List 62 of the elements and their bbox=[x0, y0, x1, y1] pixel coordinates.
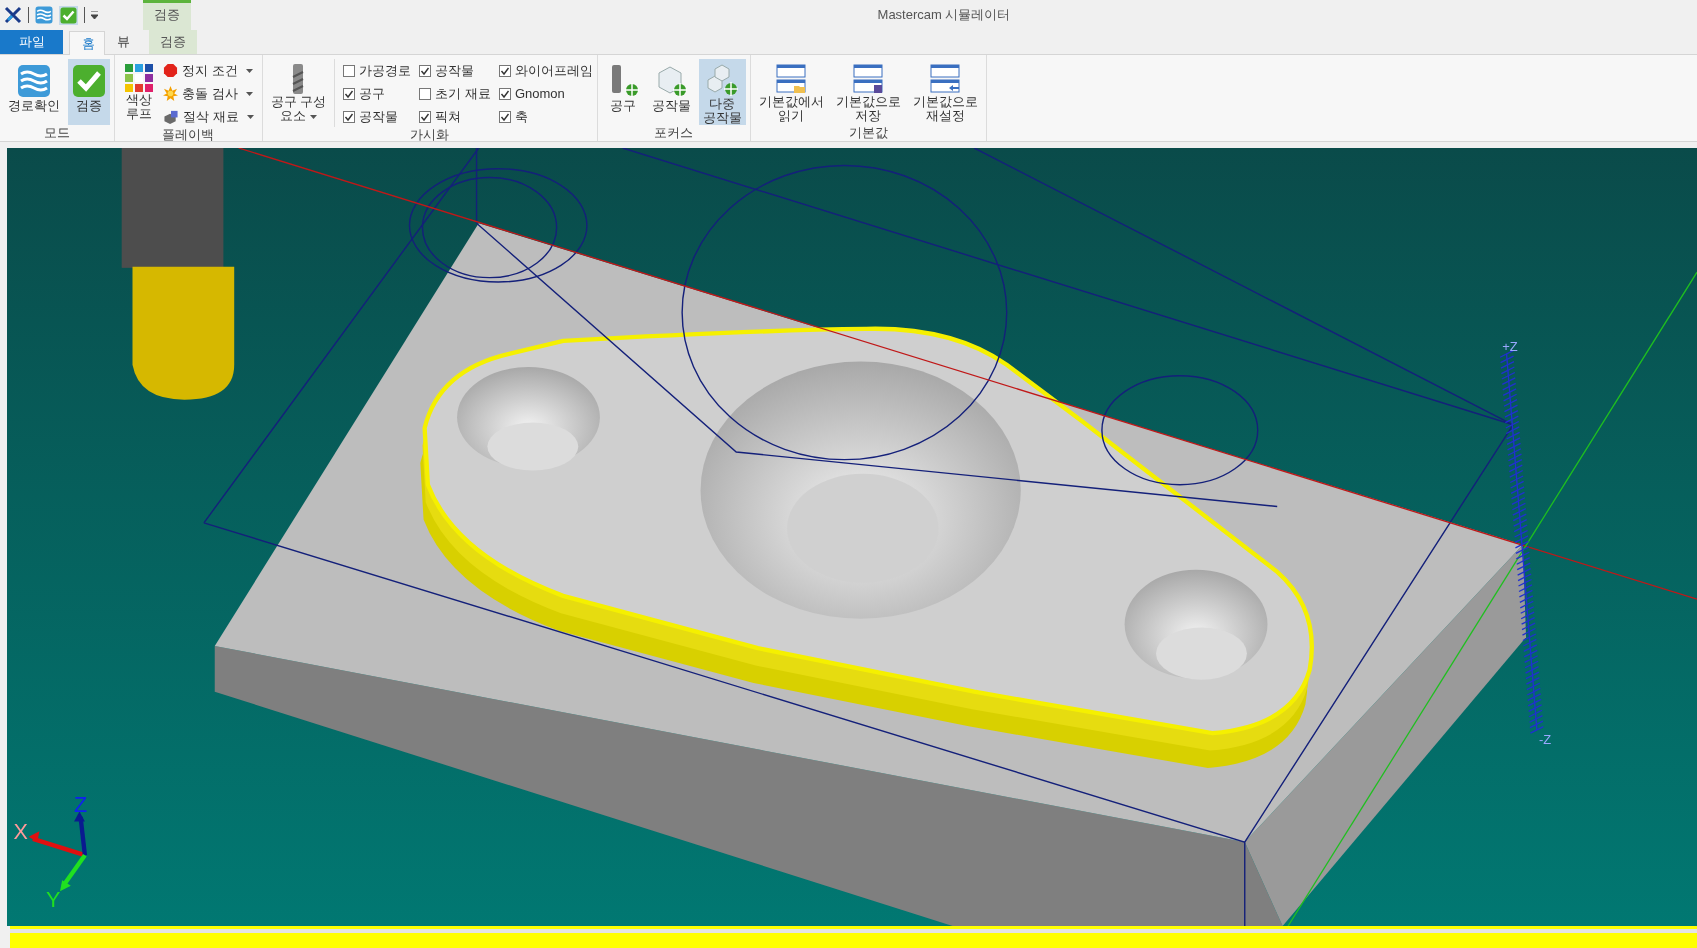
ribbon-button[interactable]: 다중 공작물 bbox=[698, 59, 746, 125]
checkbox-option[interactable]: 공구 bbox=[343, 83, 412, 104]
gnomon-label: Z bbox=[74, 791, 88, 817]
checkbox[interactable] bbox=[419, 110, 432, 123]
ribbon-tab[interactable]: 검증 bbox=[149, 30, 197, 54]
gnomon-label: X bbox=[13, 818, 28, 844]
group-label: 가시화 bbox=[409, 127, 451, 144]
checkbox-option[interactable]: Gnomon bbox=[498, 83, 593, 104]
ribbon-button[interactable]: 공작물 bbox=[647, 59, 695, 125]
color-grid-icon bbox=[124, 63, 154, 93]
checkbox[interactable] bbox=[498, 87, 511, 100]
ribbon-button[interactable]: 공구 구성 요소 bbox=[266, 59, 331, 125]
checkbox-option[interactable]: 축 bbox=[498, 106, 593, 127]
group-label: 기본값 bbox=[847, 125, 889, 142]
ribbon-button[interactable]: 기본값에서 읽기 bbox=[754, 59, 828, 125]
ribbon-menu-button[interactable]: 절삭 재료 bbox=[163, 106, 258, 127]
waves-icon bbox=[35, 6, 53, 24]
checkbox-option[interactable]: 공작물 bbox=[343, 106, 412, 127]
group-label: 모드 bbox=[43, 125, 71, 142]
ribbon-button[interactable]: 공구 bbox=[601, 59, 644, 125]
checkbox[interactable] bbox=[343, 110, 356, 123]
context-group-label: 검증 bbox=[143, 0, 191, 30]
window-arrow-icon bbox=[929, 63, 962, 95]
window-disk-icon bbox=[852, 63, 885, 95]
ribbon-menu-button[interactable]: 충돌 검사 bbox=[163, 83, 258, 104]
checkbox[interactable] bbox=[498, 110, 511, 123]
waves-icon bbox=[17, 64, 51, 98]
customize-caret-icon[interactable] bbox=[91, 11, 98, 19]
group-label: 포커스 bbox=[653, 125, 695, 142]
checkbox[interactable] bbox=[419, 87, 432, 100]
checkbox[interactable] bbox=[498, 64, 511, 77]
ribbon-button[interactable]: 색상 루프 bbox=[119, 59, 159, 125]
ribbon-tab[interactable]: 뷰 bbox=[105, 30, 141, 54]
window-title: Mastercam 시뮬레이터 bbox=[877, 6, 1011, 25]
checkbox[interactable] bbox=[419, 64, 432, 77]
group-label: 플레이백 bbox=[161, 127, 216, 144]
ribbon-tab[interactable]: 홈 bbox=[69, 31, 105, 55]
checkbox-option[interactable]: 가공경로 bbox=[343, 60, 412, 81]
window-folder-icon bbox=[775, 63, 808, 95]
checkbox-option[interactable]: 픽쳐 bbox=[419, 106, 491, 127]
checkbox[interactable] bbox=[343, 87, 356, 100]
ribbon-menu-button[interactable]: 정지 조건 bbox=[163, 60, 258, 81]
checkbox-option[interactable]: 공작물 bbox=[419, 60, 491, 81]
checkbox-option[interactable]: 초기 재료 bbox=[419, 83, 491, 104]
ribbon-button[interactable]: 검증 bbox=[68, 59, 110, 125]
ribbon-tab[interactable]: 파일 bbox=[0, 30, 63, 54]
app-icon[interactable] bbox=[4, 6, 22, 24]
checkmark-icon bbox=[60, 6, 77, 24]
stop-sign-icon bbox=[163, 63, 178, 78]
cubes-target-icon bbox=[705, 63, 740, 97]
ribbon-button[interactable]: 기본값으로 저장 bbox=[831, 59, 905, 125]
axis-label: +Z bbox=[1502, 338, 1518, 354]
ribbon-button[interactable]: 기본값으로 재설정 bbox=[908, 59, 982, 125]
ribbon-button[interactable]: 경로확인 bbox=[4, 59, 64, 125]
material-blocks-icon bbox=[163, 109, 179, 124]
checkbox[interactable] bbox=[343, 64, 356, 77]
axis-label: -Z bbox=[1539, 732, 1552, 748]
simulation-viewport[interactable]: +Z -Z X Y Z bbox=[7, 148, 1697, 926]
gnomon-label: Y bbox=[45, 887, 61, 913]
checkmark-icon bbox=[72, 64, 106, 98]
checkbox-option[interactable]: 와이어프레임 bbox=[498, 60, 593, 81]
starburst-icon bbox=[163, 86, 178, 101]
